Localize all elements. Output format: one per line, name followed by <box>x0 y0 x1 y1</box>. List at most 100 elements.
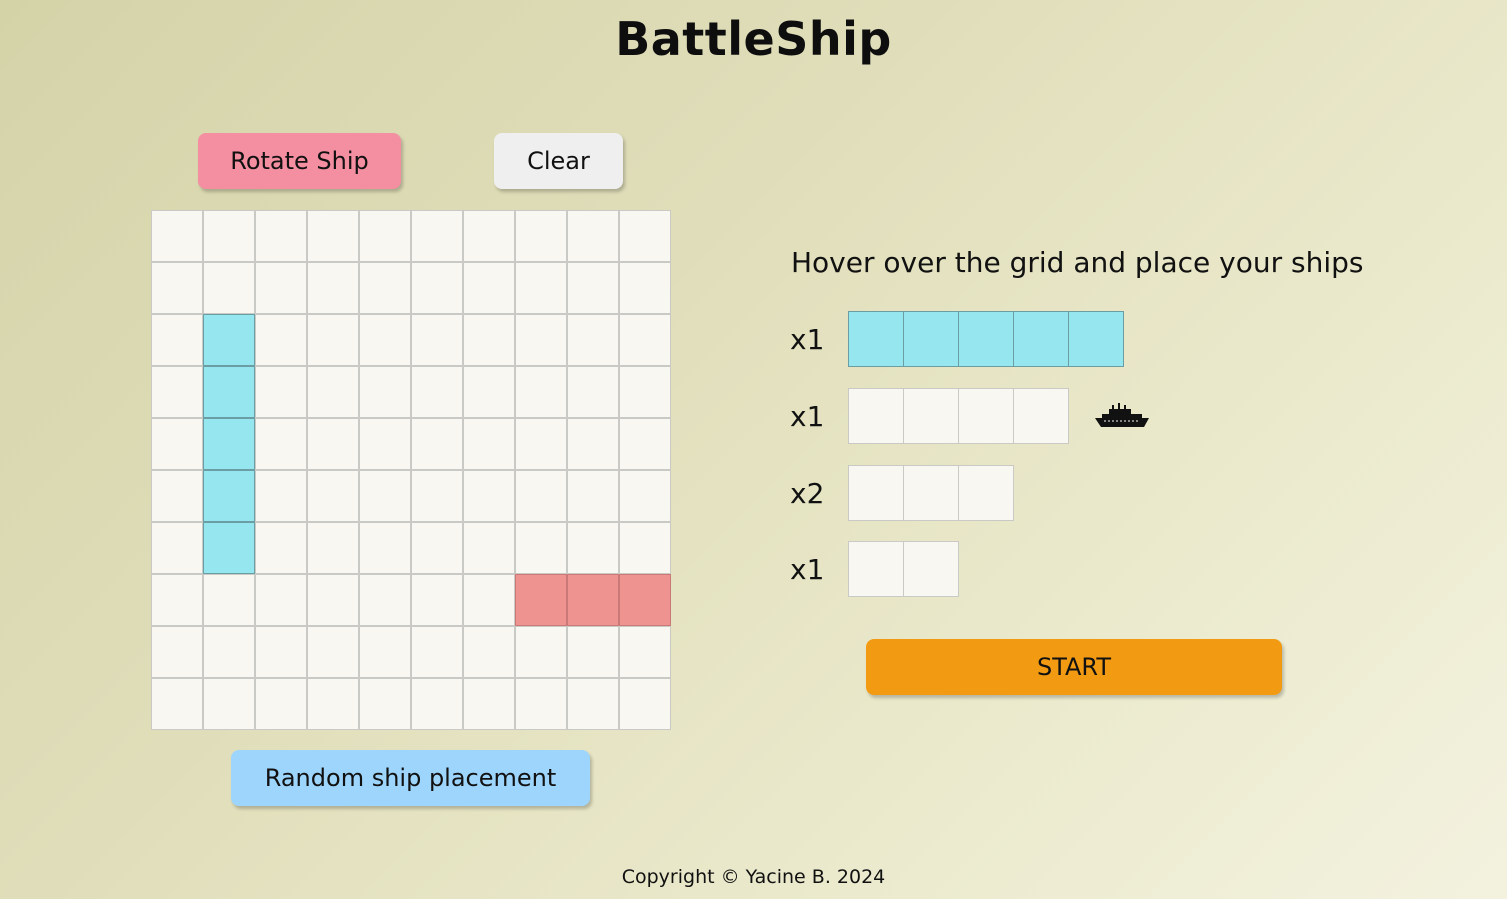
board-cell[interactable] <box>619 366 671 418</box>
board-cell[interactable] <box>255 210 307 262</box>
board-cell[interactable] <box>463 678 515 730</box>
board-cell[interactable] <box>307 574 359 626</box>
fleet-ship-carrier[interactable] <box>848 311 1124 367</box>
board-cell[interactable] <box>411 522 463 574</box>
board-cell[interactable] <box>515 470 567 522</box>
board-cell[interactable] <box>359 626 411 678</box>
board-cell[interactable] <box>619 210 671 262</box>
board-cell[interactable] <box>359 522 411 574</box>
board-cell[interactable] <box>515 626 567 678</box>
board-cell[interactable] <box>411 210 463 262</box>
board-cell[interactable] <box>203 262 255 314</box>
board-cell[interactable] <box>255 262 307 314</box>
start-button[interactable]: START <box>866 639 1282 695</box>
random-placement-button[interactable]: Random ship placement <box>231 750 590 806</box>
board-cell[interactable] <box>411 262 463 314</box>
board-cell[interactable] <box>359 418 411 470</box>
board-cell[interactable] <box>255 314 307 366</box>
board-cell[interactable] <box>307 470 359 522</box>
board-cell[interactable] <box>567 678 619 730</box>
board-cell[interactable] <box>151 470 203 522</box>
board-cell[interactable] <box>151 314 203 366</box>
board-cell[interactable] <box>463 314 515 366</box>
board-cell[interactable] <box>203 626 255 678</box>
board-cell[interactable] <box>463 470 515 522</box>
board-cell[interactable] <box>463 418 515 470</box>
board-cell[interactable] <box>619 314 671 366</box>
player-board[interactable] <box>151 210 671 730</box>
board-cell[interactable] <box>307 366 359 418</box>
board-cell[interactable] <box>255 678 307 730</box>
board-cell-preview[interactable] <box>515 574 567 626</box>
board-cell[interactable] <box>411 366 463 418</box>
board-cell[interactable] <box>515 366 567 418</box>
board-cell[interactable] <box>255 626 307 678</box>
board-cell[interactable] <box>151 522 203 574</box>
board-cell[interactable] <box>619 626 671 678</box>
board-cell[interactable] <box>203 678 255 730</box>
board-cell[interactable] <box>255 574 307 626</box>
board-cell[interactable] <box>151 210 203 262</box>
board-cell[interactable] <box>619 470 671 522</box>
board-cell[interactable] <box>203 210 255 262</box>
board-cell[interactable] <box>151 262 203 314</box>
board-cell[interactable] <box>151 418 203 470</box>
board-cell-ship[interactable] <box>203 522 255 574</box>
board-cell[interactable] <box>463 574 515 626</box>
board-cell[interactable] <box>359 210 411 262</box>
board-cell[interactable] <box>515 522 567 574</box>
board-cell-ship[interactable] <box>203 314 255 366</box>
board-cell[interactable] <box>255 470 307 522</box>
board-cell[interactable] <box>255 522 307 574</box>
board-cell[interactable] <box>515 678 567 730</box>
board-cell[interactable] <box>411 470 463 522</box>
board-cell[interactable] <box>359 314 411 366</box>
board-cell[interactable] <box>619 522 671 574</box>
rotate-ship-button[interactable]: Rotate Ship <box>198 133 401 189</box>
board-cell[interactable] <box>307 522 359 574</box>
board-cell-ship[interactable] <box>203 418 255 470</box>
board-cell[interactable] <box>463 522 515 574</box>
board-cell[interactable] <box>307 626 359 678</box>
board-cell[interactable] <box>619 262 671 314</box>
board-cell[interactable] <box>515 262 567 314</box>
board-cell[interactable] <box>307 210 359 262</box>
board-cell[interactable] <box>307 678 359 730</box>
board-cell-preview[interactable] <box>567 574 619 626</box>
board-cell[interactable] <box>619 678 671 730</box>
board-cell[interactable] <box>151 678 203 730</box>
board-cell[interactable] <box>567 626 619 678</box>
board-cell[interactable] <box>255 366 307 418</box>
board-cell[interactable] <box>359 574 411 626</box>
board-cell[interactable] <box>567 470 619 522</box>
board-cell[interactable] <box>463 366 515 418</box>
board-cell[interactable] <box>359 678 411 730</box>
board-cell[interactable] <box>255 418 307 470</box>
board-cell-ship[interactable] <box>203 366 255 418</box>
board-cell[interactable] <box>567 418 619 470</box>
board-cell[interactable] <box>411 314 463 366</box>
board-cell[interactable] <box>307 418 359 470</box>
board-cell[interactable] <box>515 210 567 262</box>
clear-button[interactable]: Clear <box>494 133 623 189</box>
board-cell[interactable] <box>359 366 411 418</box>
board-cell[interactable] <box>359 262 411 314</box>
board-cell[interactable] <box>567 366 619 418</box>
board-cell[interactable] <box>307 262 359 314</box>
board-cell[interactable] <box>411 626 463 678</box>
board-cell-ship[interactable] <box>203 470 255 522</box>
board-cell[interactable] <box>359 470 411 522</box>
fleet-ship-battleship[interactable] <box>848 388 1069 444</box>
board-cell[interactable] <box>515 314 567 366</box>
board-cell-preview[interactable] <box>619 574 671 626</box>
board-cell[interactable] <box>567 522 619 574</box>
board-cell[interactable] <box>619 418 671 470</box>
board-cell[interactable] <box>515 418 567 470</box>
board-cell[interactable] <box>151 626 203 678</box>
board-cell[interactable] <box>463 210 515 262</box>
board-cell[interactable] <box>151 366 203 418</box>
board-cell[interactable] <box>411 678 463 730</box>
board-cell[interactable] <box>307 314 359 366</box>
board-cell[interactable] <box>411 418 463 470</box>
board-cell[interactable] <box>411 574 463 626</box>
